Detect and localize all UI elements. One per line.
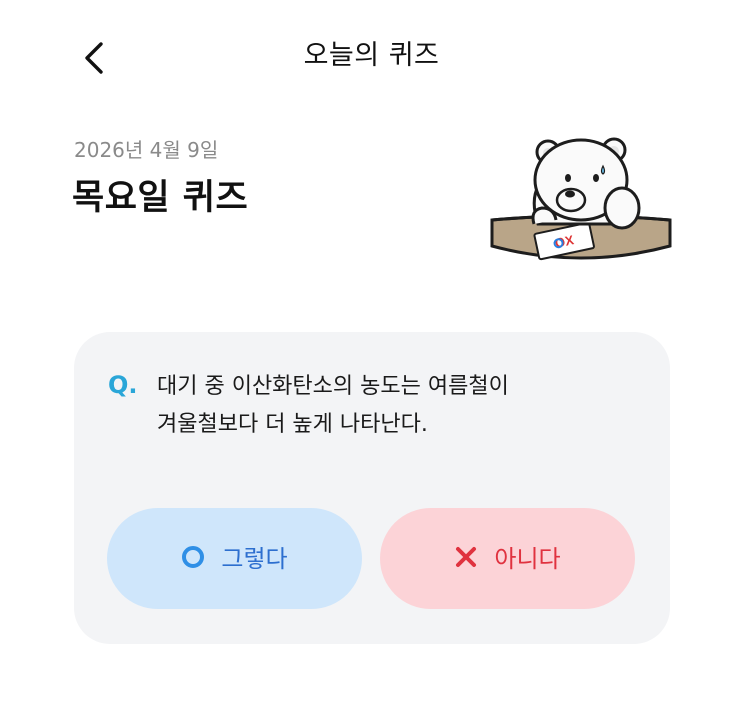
answer-yes-button[interactable]: 그렇다 [107, 508, 362, 609]
answer-no-button[interactable]: 아니다 [380, 508, 635, 609]
x-mark-icon [454, 545, 478, 573]
top-bar: 오늘의 퀴즈 [0, 0, 743, 110]
question-line-1: 대기 중 이산화탄소의 농도는 여름철이 [157, 374, 509, 399]
question-marker: Q. [108, 371, 138, 399]
question-line-2: 겨울철보다 더 높게 나타난다. [157, 412, 428, 437]
quiz-date: 2026년 4월 9일 [74, 138, 219, 162]
answer-no-label: 아니다 [494, 544, 561, 573]
circle-o-icon [181, 545, 205, 573]
answer-yes-label: 그렇다 [221, 544, 288, 573]
quiz-card: Q. 대기 중 이산화탄소의 농도는 여름철이 겨울철보다 더 높게 나타난다.… [74, 332, 670, 644]
quiz-heading: 목요일 퀴즈 [72, 178, 249, 218]
page-title: 오늘의 퀴즈 [303, 40, 440, 71]
bear-mascot-illustration: OX [490, 137, 672, 261]
question-text: 대기 중 이산화탄소의 농도는 여름철이 겨울철보다 더 높게 나타난다. [157, 368, 637, 444]
